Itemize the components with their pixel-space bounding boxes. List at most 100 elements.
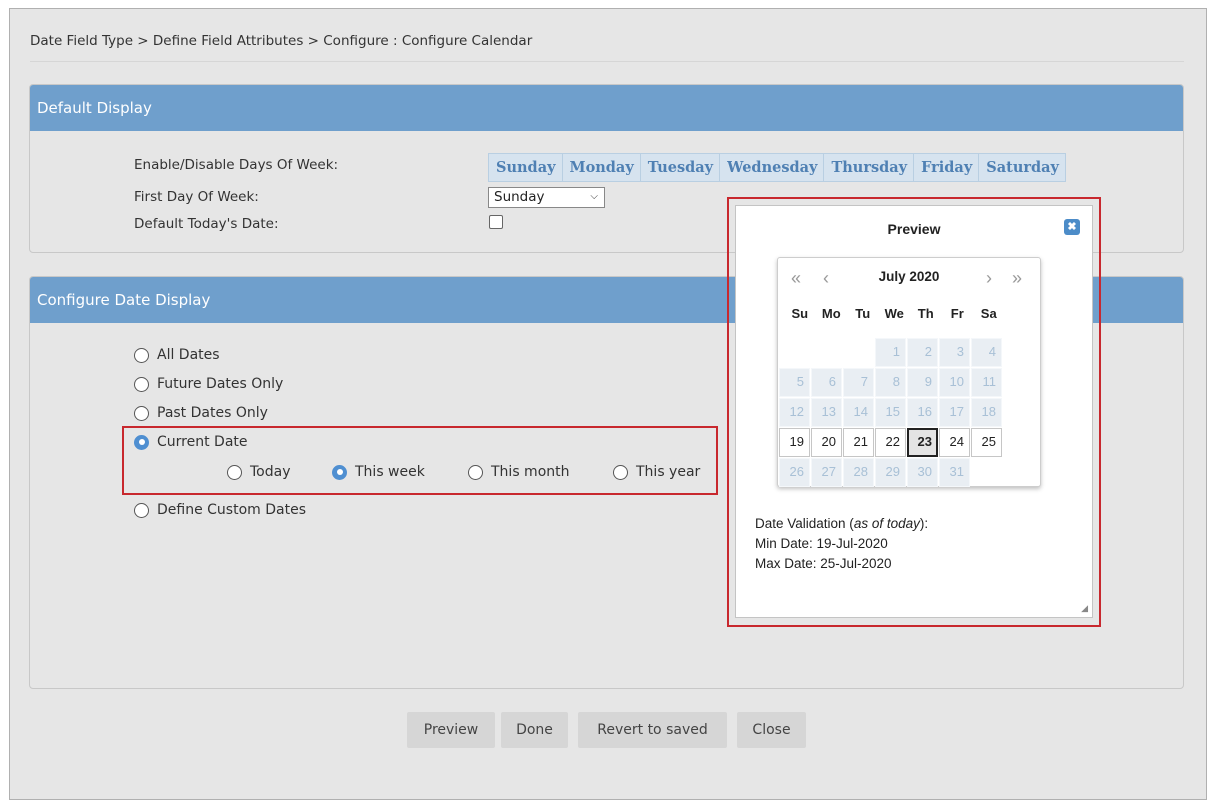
radio-this-month-label: This month: [491, 464, 570, 480]
calendar-empty-cell: [843, 338, 874, 367]
calendar-day[interactable]: 25: [971, 428, 1002, 457]
radio-custom-dates[interactable]: Define Custom Dates: [134, 502, 306, 518]
radio-circle-icon: [468, 464, 483, 480]
calendar-day: 2: [907, 338, 938, 367]
date-validation-info: Date Validation (as of today): Min Date:…: [755, 514, 928, 574]
radio-circle-icon: [227, 464, 242, 480]
radio-this-month[interactable]: This month: [468, 464, 570, 480]
max-date-text: Max Date: 25-Jul-2020: [755, 556, 892, 571]
first-day-select-value: Sunday: [494, 189, 545, 205]
calendar-day: 11: [971, 368, 1002, 397]
weekday-label: Tu: [855, 306, 871, 321]
calendar-empty-cell: [811, 338, 842, 367]
calendar-day: 10: [939, 368, 970, 397]
calendar-day: 1: [875, 338, 906, 367]
calendar-day[interactable]: 22: [875, 428, 906, 457]
weekday-label: Th: [917, 306, 934, 321]
calendar-day[interactable]: 19: [779, 428, 810, 457]
revert-button[interactable]: Revert to saved: [578, 712, 727, 748]
preview-dialog: Preview ✖ « ‹ July 2020 › » Su Mo Tu We …: [735, 205, 1093, 618]
radio-custom-dates-label: Define Custom Dates: [157, 502, 306, 518]
calendar-day: 12: [779, 398, 810, 427]
radio-circle-icon: [134, 405, 149, 421]
day-toggle-thursday[interactable]: Thursday: [824, 154, 915, 181]
radio-this-week-label: This week: [355, 464, 425, 480]
calendar-day[interactable]: 20: [811, 428, 842, 457]
calendar-day: 4: [971, 338, 1002, 367]
done-button[interactable]: Done: [501, 712, 568, 748]
first-day-select[interactable]: Sunday ⌵: [488, 187, 605, 208]
calendar-day: 7: [843, 368, 874, 397]
radio-this-week[interactable]: This week: [332, 464, 425, 480]
radio-circle-icon: [134, 347, 149, 363]
calendar-day: 15: [875, 398, 906, 427]
radio-current-date[interactable]: Current Date: [134, 434, 248, 450]
default-today-checkbox[interactable]: [489, 215, 503, 229]
day-toggle-sunday[interactable]: Sunday: [489, 154, 563, 181]
calendar-widget: « ‹ July 2020 › » Su Mo Tu We Th Fr Sa 1…: [777, 257, 1041, 487]
calendar-month-label: July 2020: [878, 269, 940, 284]
radio-past-dates[interactable]: Past Dates Only: [134, 405, 268, 421]
calendar-day: 9: [907, 368, 938, 397]
radio-current-date-label: Current Date: [157, 434, 248, 450]
calendar-day: 18: [971, 398, 1002, 427]
radio-selected-icon: [134, 434, 149, 450]
breadcrumb-divider: [30, 61, 1184, 62]
day-toggle-tuesday[interactable]: Tuesday: [641, 154, 721, 181]
breadcrumb: Date Field Type > Define Field Attribute…: [30, 33, 533, 49]
calendar-day: 6: [811, 368, 842, 397]
calendar-day: 31: [939, 458, 970, 487]
calendar-day-today[interactable]: 23: [907, 428, 938, 457]
validation-heading: Date Validation (as of today):: [755, 516, 929, 531]
calendar-day[interactable]: 21: [843, 428, 874, 457]
weekday-label: We: [884, 306, 904, 321]
radio-future-dates[interactable]: Future Dates Only: [134, 376, 283, 392]
calendar-day: 27: [811, 458, 842, 487]
radio-this-year-label: This year: [636, 464, 701, 480]
weekday-label: Mo: [821, 306, 841, 321]
weekday-label: Fr: [950, 306, 964, 321]
radio-all-dates[interactable]: All Dates: [134, 347, 220, 363]
calendar-day: 28: [843, 458, 874, 487]
weekday-label: Sa: [980, 306, 997, 321]
default-today-label: Default Today's Date:: [134, 216, 279, 232]
radio-past-dates-label: Past Dates Only: [157, 405, 268, 421]
day-toggle-saturday[interactable]: Saturday: [979, 154, 1065, 181]
radio-circle-icon: [134, 502, 149, 518]
chevron-down-icon: ⌵: [590, 191, 598, 202]
calendar-day: 5: [779, 368, 810, 397]
calendar-day: 8: [875, 368, 906, 397]
radio-today-label: Today: [250, 464, 291, 480]
calendar-day[interactable]: 24: [939, 428, 970, 457]
default-display-title: Default Display: [30, 85, 1183, 131]
close-icon[interactable]: ✖: [1064, 219, 1080, 235]
radio-circle-icon: [613, 464, 628, 480]
calendar-day: 17: [939, 398, 970, 427]
next-month-icon[interactable]: ›: [986, 269, 992, 287]
calendar-day: 3: [939, 338, 970, 367]
last-page-icon[interactable]: »: [1012, 269, 1022, 287]
calendar-day: 26: [779, 458, 810, 487]
resize-handle-icon[interactable]: ◢: [1081, 604, 1088, 614]
calendar-weekday-header: Su Mo Tu We Th Fr Sa: [784, 306, 1005, 321]
calendar-day: 14: [843, 398, 874, 427]
enable-days-label: Enable/Disable Days Of Week:: [134, 157, 339, 173]
first-day-label: First Day Of Week:: [134, 189, 259, 205]
radio-future-dates-label: Future Dates Only: [157, 376, 284, 392]
days-of-week-toggle: Sunday Monday Tuesday Wednesday Thursday…: [488, 153, 1066, 182]
calendar-day: 13: [811, 398, 842, 427]
preview-dialog-title: Preview: [887, 221, 941, 237]
radio-selected-icon: [332, 464, 347, 480]
weekday-label: Su: [791, 306, 809, 321]
calendar-day: 30: [907, 458, 938, 487]
radio-today[interactable]: Today: [227, 464, 291, 480]
calendar-day: 16: [907, 398, 938, 427]
day-toggle-monday[interactable]: Monday: [563, 154, 641, 181]
close-button[interactable]: Close: [737, 712, 806, 748]
preview-button[interactable]: Preview: [407, 712, 495, 748]
radio-this-year[interactable]: This year: [613, 464, 700, 480]
radio-all-dates-label: All Dates: [157, 347, 220, 363]
day-toggle-wednesday[interactable]: Wednesday: [720, 154, 825, 181]
day-toggle-friday[interactable]: Friday: [914, 154, 980, 181]
calendar-day: 29: [875, 458, 906, 487]
